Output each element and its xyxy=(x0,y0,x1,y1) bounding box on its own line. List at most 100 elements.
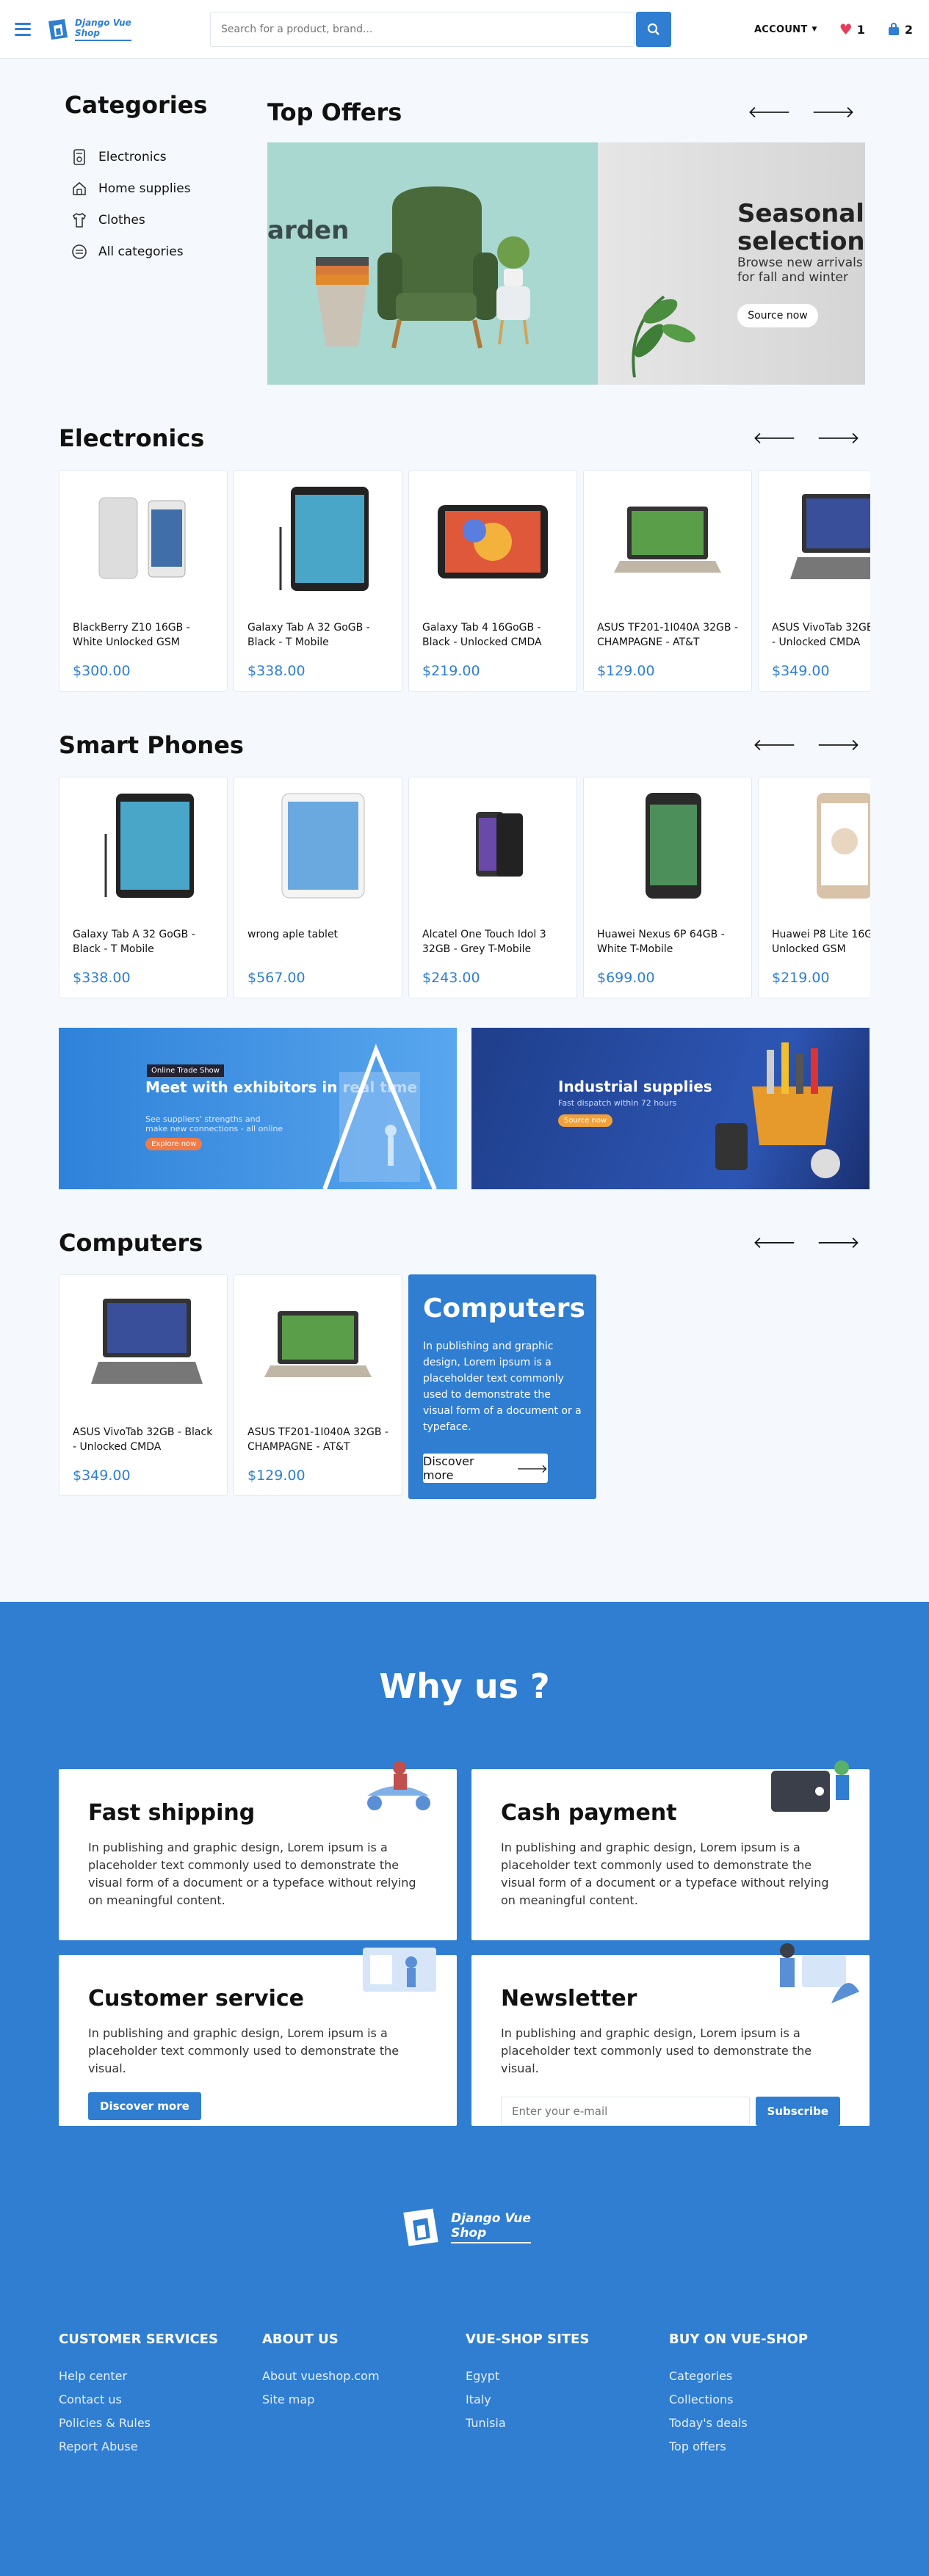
footer-link[interactable]: Help center xyxy=(59,2365,262,2388)
category-home-supplies[interactable]: Home supplies xyxy=(59,173,267,204)
slide-text: Browse new arrivals for fall and winter xyxy=(737,255,863,285)
product-price: $349.00 xyxy=(772,663,830,679)
computers-promo-card: Computers In publishing and graphic desi… xyxy=(408,1274,596,1499)
product-card[interactable]: Galaxy Tab A 32 GoGB - Black - T Mobile … xyxy=(234,470,402,692)
product-image xyxy=(247,789,388,901)
plant-image xyxy=(632,295,695,377)
product-card[interactable]: ASUS TF201-1I040A 32GB - CHAMPAGNE - AT&… xyxy=(583,470,752,692)
product-card[interactable]: Huawei Nexus 6P 64GB - White T-Mobile $6… xyxy=(583,777,752,998)
cart-button[interactable]: 2 xyxy=(887,23,913,37)
electronics-title: Electronics xyxy=(59,424,205,452)
logo-mark-icon xyxy=(403,2208,438,2246)
footer-link[interactable]: Tunisia xyxy=(466,2412,669,2435)
arrow-left-icon[interactable]: 🡐 xyxy=(753,1233,796,1252)
explore-now-button[interactable]: Explore now xyxy=(145,1138,203,1150)
product-card[interactable]: Huawei P8 Lite 16GB - Unlocked GSM $219.… xyxy=(758,777,870,998)
site-header: Django Vue Shop ACCOUNT▼ ♥1 2 xyxy=(0,0,929,59)
product-card[interactable]: BlackBerry Z10 16GB - White Unlocked GSM… xyxy=(59,470,228,692)
search-icon xyxy=(647,23,659,35)
arrow-left-icon[interactable]: 🡐 xyxy=(753,429,796,448)
menu-icon[interactable] xyxy=(15,22,31,36)
wishlist-button[interactable]: ♥ 1 xyxy=(839,21,865,38)
footer-link[interactable]: Report Abuse xyxy=(59,2435,262,2459)
category-all[interactable]: All categories xyxy=(59,236,267,267)
card-text: In publishing and graphic design, Lorem … xyxy=(88,2026,400,2075)
email-field[interactable] xyxy=(501,2097,750,2126)
seasonal-slide: Seasonalselections Browse new arrivals f… xyxy=(598,142,865,385)
product-image xyxy=(73,482,214,594)
footer-link[interactable]: Contact us xyxy=(59,2388,262,2412)
categories-panel: Categories Electronics Home supplies Clo… xyxy=(59,91,267,385)
product-card[interactable]: ASUS TF201-1I040A 32GB - CHAMPAGNE - AT&… xyxy=(234,1274,402,1496)
discover-more-button[interactable]: Discover more 🡒 xyxy=(423,1454,548,1483)
footer-link[interactable]: Policies & Rules xyxy=(59,2412,262,2435)
product-price: $219.00 xyxy=(422,663,480,679)
product-card[interactable]: ASUS VivoTab 32GB - Black - Unlocked CMD… xyxy=(59,1274,228,1496)
footer-link[interactable]: Egypt xyxy=(466,2365,669,2388)
arrow-right-icon[interactable]: 🡒 xyxy=(817,736,860,755)
footer-link[interactable]: Today's deals xyxy=(669,2412,872,2435)
arrow-left-icon[interactable]: 🡐 xyxy=(748,103,791,122)
logo[interactable]: Django Vue Shop xyxy=(46,17,131,42)
footer-link[interactable]: Site map xyxy=(262,2388,466,2412)
product-card[interactable]: wrong aple tablet $567.00 xyxy=(234,777,402,998)
subscribe-button[interactable]: Subscribe xyxy=(755,2097,840,2126)
footer-column-title: VUE-SHOP SITES xyxy=(466,2332,590,2347)
offers-carousel[interactable]: arden Seasonal selection Browse new arri… xyxy=(267,142,865,385)
armchair-image xyxy=(316,186,530,349)
product-name: Huawei P8 Lite 16GB - Unlocked GSM xyxy=(772,929,870,955)
card-text: In publishing and graphic design, Lorem … xyxy=(88,1840,416,1907)
footer-link[interactable]: Categories xyxy=(669,2365,872,2388)
product-card[interactable]: ASUS VivoTab 32GB - Black - Unlocked CMD… xyxy=(758,470,870,692)
footer-column-title: ABOUT US xyxy=(262,2332,339,2347)
footer-link[interactable]: Top offers xyxy=(669,2435,872,2459)
category-clothes[interactable]: Clothes xyxy=(59,204,267,236)
footer-logo[interactable]: Django Vue Shop xyxy=(59,2204,870,2251)
promo-title: Industrial supplies xyxy=(558,1078,712,1095)
source-now-button[interactable]: Source now xyxy=(558,1114,613,1127)
promo-subtitle: Fast dispatch within 72 hours xyxy=(558,1098,677,1108)
discover-more-button[interactable]: Discover more xyxy=(88,2092,201,2120)
computers-header: Computers 🡐 🡒 xyxy=(59,1222,870,1264)
home-icon xyxy=(71,180,88,197)
product-card[interactable]: Galaxy Tab A 32 GoGB - Black - T Mobile … xyxy=(59,777,228,998)
tools-illustration xyxy=(715,1042,840,1178)
electronics-icon xyxy=(71,148,88,166)
top-offers: Top Offers 🡐 🡒 arden Seasonal selection … xyxy=(267,91,865,385)
footer-link[interactable]: About vueshop.com xyxy=(262,2365,466,2388)
footer-link[interactable]: Italy xyxy=(466,2388,669,2412)
arrow-right-icon[interactable]: 🡒 xyxy=(817,1233,860,1252)
newsletter-form: Subscribe xyxy=(501,2097,840,2126)
arrow-right-icon[interactable]: 🡒 xyxy=(811,103,855,122)
product-image xyxy=(422,482,563,594)
trade-show-banner[interactable]: Online Trade Show Meet with exhibitors i… xyxy=(59,1028,457,1189)
footer-link[interactable]: Collections xyxy=(669,2388,872,2412)
header-actions: ACCOUNT ▼ ♥ 1 2 xyxy=(754,0,913,59)
discover-more-label: Discover more xyxy=(423,1454,474,1482)
search-button[interactable] xyxy=(636,12,671,47)
category-label: Clothes xyxy=(98,212,145,228)
card-text: In publishing and graphic design, Lorem … xyxy=(501,2026,812,2075)
product-price: $567.00 xyxy=(247,970,306,986)
product-price: $129.00 xyxy=(247,1467,306,1484)
industrial-supplies-banner[interactable]: Industrial supplies Fast dispatch within… xyxy=(471,1028,870,1189)
product-price: $349.00 xyxy=(73,1467,131,1484)
search-input[interactable] xyxy=(210,12,635,47)
cash-payment-card: Cash payment In publishing and graphic d… xyxy=(471,1760,870,1940)
arrow-right-icon[interactable]: 🡒 xyxy=(817,429,860,448)
footer-column-buy: BUY ON VUE-SHOP Categories Collections T… xyxy=(669,2332,872,2459)
product-name: ASUS VivoTab 32GB - Black - Unlocked CMD… xyxy=(73,1426,213,1453)
garden-slide: arden xyxy=(267,142,598,385)
smart-phones-title: Smart Phones xyxy=(59,731,244,759)
main-content: Categories Electronics Home supplies Clo… xyxy=(0,91,929,1499)
why-us-title: Why us ? xyxy=(379,1666,550,1706)
account-menu[interactable]: ACCOUNT ▼ xyxy=(754,24,817,35)
product-card[interactable]: Galaxy Tab 4 16GoGB - Black - Unlocked C… xyxy=(408,470,577,692)
product-name: Huawei Nexus 6P 64GB - White T-Mobile xyxy=(597,929,725,955)
electronics-section: Electronics 🡐 🡒 BlackBerry Z10 16GB - Whi… xyxy=(59,417,870,692)
arrow-left-icon[interactable]: 🡐 xyxy=(753,736,796,755)
source-now-button[interactable]: Source now xyxy=(737,304,818,327)
why-us-grid: Fast shipping In publishing and graphic … xyxy=(59,1760,870,2126)
category-electronics[interactable]: Electronics xyxy=(59,141,267,173)
product-card[interactable]: Alcatel One Touch Idol 3 32GB - Grey T-M… xyxy=(408,777,577,998)
